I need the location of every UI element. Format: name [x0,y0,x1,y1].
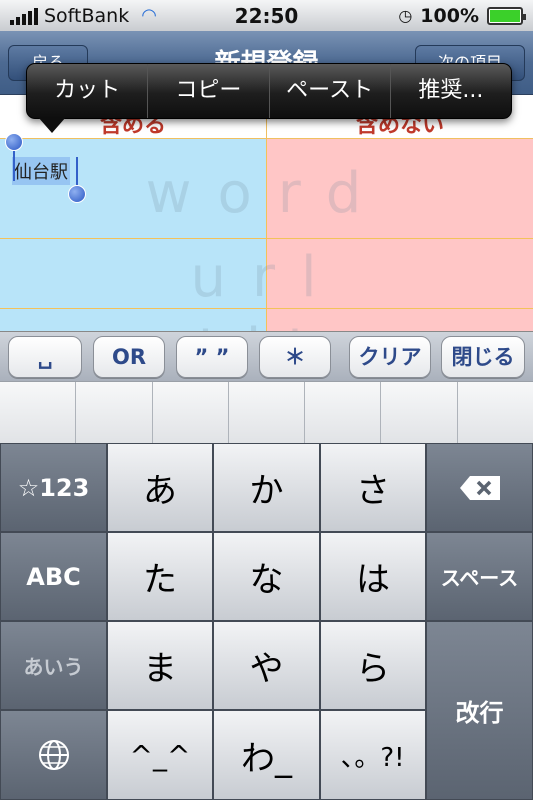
selection-start-stem [13,147,15,181]
carrier-name: SoftBank [44,4,130,27]
keyboard: ☆123 ABC あいう あ か さ た な は ま や ら ^_^ わ_ ､。… [0,443,533,800]
key-abc-mode[interactable]: ABC [0,532,107,621]
key-sa[interactable]: さ [320,443,426,532]
key-backspace[interactable] [426,443,533,532]
candidate-cell[interactable] [457,382,533,443]
wifi-icon: ◠ [141,5,157,26]
key-ka[interactable]: か [213,443,320,532]
key-a[interactable]: あ [107,443,213,532]
exclude-cell[interactable] [267,309,533,331]
key-ta[interactable]: た [107,532,213,621]
battery-fill [490,9,520,22]
signal-strength-icon [10,7,38,25]
accessory-bar: ␣ OR ” ” ＊ クリア 閉じる [0,331,533,381]
include-cell[interactable] [0,139,267,239]
candidate-bar [0,381,533,443]
status-right: ◷ 100% [398,4,526,27]
selection-end-stem [76,157,78,185]
space-token-button[interactable]: ␣ [8,336,82,378]
menu-paste[interactable]: ペースト [270,64,391,118]
key-ra[interactable]: ら [320,621,426,710]
candidate-cell[interactable] [228,382,306,443]
clear-button[interactable]: クリア [349,336,431,378]
candidate-cell[interactable] [381,382,458,443]
key-number-mode[interactable]: ☆123 [0,443,107,532]
key-return[interactable]: 改行 [426,621,533,800]
exclude-cell[interactable] [267,139,533,239]
status-bar: SoftBank ◠ 22:50 ◷ 100% [0,0,533,31]
include-cell[interactable] [0,309,267,331]
candidate-cell[interactable] [0,382,77,443]
close-button[interactable]: 閉じる [441,336,525,378]
candidate-cell[interactable] [305,382,382,443]
grid-row [0,239,533,309]
wildcard-button[interactable]: ＊ [259,336,331,378]
battery-icon [487,6,526,25]
selected-text[interactable]: 仙台駅 [12,157,70,185]
key-ha[interactable]: は [320,532,426,621]
menu-copy[interactable]: コピー [148,64,270,118]
battery-percent: 100% [420,4,479,27]
or-button[interactable]: OR [93,336,165,378]
clock-icon: ◷ [398,6,413,25]
key-kana-mode[interactable]: あいう [0,621,107,710]
status-left: SoftBank ◠ [10,5,157,27]
content-area: 含める 含めない word url tit 仙台駅 [0,95,533,331]
key-punctuation[interactable]: ､。?! [320,710,426,800]
key-na[interactable]: な [213,532,320,621]
edit-menu-pointer [38,117,66,133]
key-space[interactable]: スペース [426,532,533,621]
candidate-cell[interactable] [76,382,153,443]
quote-button[interactable]: ” ” [176,336,248,378]
key-ya[interactable]: や [213,621,320,710]
include-cell[interactable] [0,239,267,309]
globe-icon [38,740,69,770]
grid-row [0,309,533,331]
selection-start-handle[interactable] [5,133,23,151]
backspace-icon [459,475,500,500]
candidate-cell[interactable] [152,382,229,443]
key-ma[interactable]: ま [107,621,213,710]
exclude-cell[interactable] [267,239,533,309]
edit-menu: カット コピー ペースト 推奨... [26,63,512,119]
key-emoticon[interactable]: ^_^ [107,710,213,800]
key-globe[interactable] [0,710,107,800]
selection-end-handle[interactable] [68,185,86,203]
menu-suggest[interactable]: 推奨... [391,64,511,118]
menu-cut[interactable]: カット [27,64,149,118]
key-wa[interactable]: わ_ [213,710,320,800]
